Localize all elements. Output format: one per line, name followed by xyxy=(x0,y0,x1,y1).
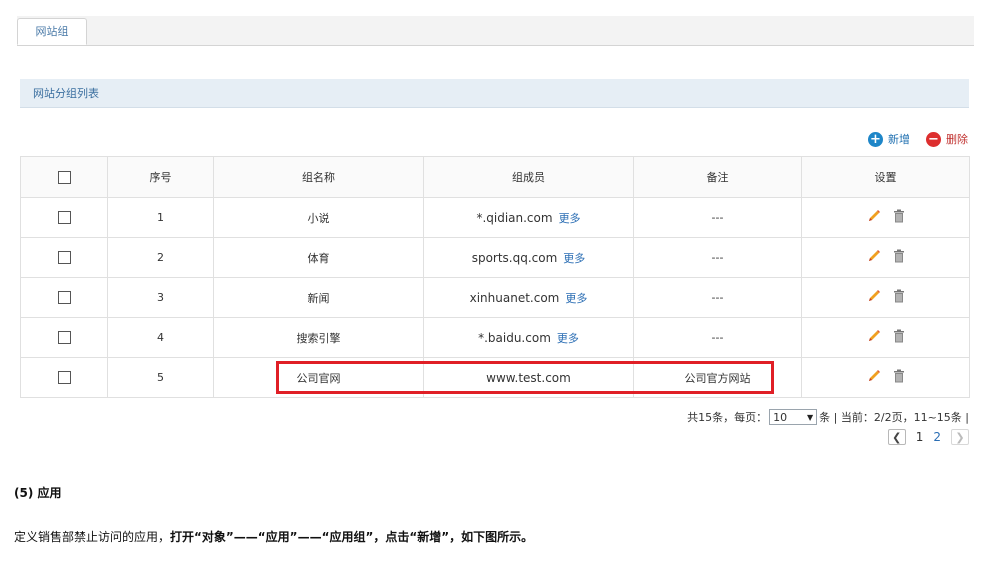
table-row: 3 新闻 xinhuanet.com 更多 --- xyxy=(20,277,970,318)
trash-icon[interactable] xyxy=(893,249,905,263)
row-checkbox[interactable] xyxy=(57,251,71,265)
header-index: 序号 xyxy=(107,156,214,198)
row-index: 5 xyxy=(107,357,214,398)
row-settings xyxy=(801,357,970,398)
page-number-1[interactable]: 1 xyxy=(916,430,924,444)
edit-pencil-icon[interactable] xyxy=(867,369,881,383)
row-note: --- xyxy=(633,237,802,278)
row-index: 2 xyxy=(107,237,214,278)
row-settings xyxy=(801,277,970,318)
row-members-cell: *.qidian.com 更多 xyxy=(423,197,634,238)
plus-circle-icon: + xyxy=(868,131,883,147)
website-group-table: 序号 组名称 组成员 备注 设置 1 小说 *.qidian.com 更多 ---… xyxy=(20,156,970,398)
row-members-cell: *.baidu.com 更多 xyxy=(423,317,634,358)
row-name: 新闻 xyxy=(213,277,424,318)
pagination-total: 共15条，每页： xyxy=(687,411,768,424)
chevron-down-icon: ▼ xyxy=(807,412,814,422)
row-members-cell: xinhuanet.com 更多 xyxy=(423,277,634,318)
page-size-select[interactable]: 10 ▼ xyxy=(769,409,818,425)
edit-pencil-icon[interactable] xyxy=(867,249,881,263)
more-link[interactable]: 更多 xyxy=(559,212,581,225)
minus-circle-icon: − xyxy=(926,131,941,147)
doc-paragraph: 定义销售部禁止访问的应用，打开“对象”——“应用”——“应用组”，点击“新增”，… xyxy=(14,528,533,545)
header-name: 组名称 xyxy=(213,156,424,198)
pagination-info: 共15条，每页： 10 ▼ 条 | 当前：2/2页，11~15条 | xyxy=(687,408,969,426)
pagination-summary: 条 | 当前：2/2页，11~15条 | xyxy=(819,411,969,424)
section-title: 网站分组列表 xyxy=(20,79,969,108)
more-link[interactable]: 更多 xyxy=(557,332,579,345)
delete-button[interactable]: − 删除 xyxy=(926,131,968,147)
row-name: 搜索引擎 xyxy=(213,317,424,358)
more-link[interactable]: 更多 xyxy=(565,292,587,305)
trash-icon[interactable] xyxy=(893,369,905,383)
page-number-2[interactable]: 2 xyxy=(933,430,941,444)
trash-icon[interactable] xyxy=(893,209,905,223)
header-members: 组成员 xyxy=(423,156,634,198)
row-name: 体育 xyxy=(213,237,424,278)
prev-page-button[interactable]: ❮ xyxy=(887,429,906,445)
edit-pencil-icon[interactable] xyxy=(867,329,881,343)
doc-para-bold: 打开“对象”——“应用”——“应用组”，点击“新增”，如下图所示。 xyxy=(170,530,534,544)
row-checkbox[interactable] xyxy=(57,211,71,225)
table-header-row: 序号 组名称 组成员 备注 设置 xyxy=(20,156,970,198)
row-members: www.test.com xyxy=(486,370,571,385)
row-settings xyxy=(801,317,970,358)
toolbar: + 新增 − 删除 xyxy=(868,130,968,148)
trash-icon[interactable] xyxy=(893,329,905,343)
row-checkbox[interactable] xyxy=(57,331,71,345)
row-members-cell: www.test.com xyxy=(423,357,634,398)
table-row: 5 公司官网 www.test.com 公司官方网站 xyxy=(20,357,970,398)
row-checkbox[interactable] xyxy=(57,371,71,385)
edit-pencil-icon[interactable] xyxy=(867,209,881,223)
tab-bar: 网站组 xyxy=(17,16,974,46)
row-settings xyxy=(801,237,970,278)
row-members: *.qidian.com xyxy=(476,210,553,225)
add-button[interactable]: + 新增 xyxy=(868,131,910,147)
row-note: --- xyxy=(633,317,802,358)
row-members: *.baidu.com xyxy=(478,330,551,345)
header-select-all xyxy=(20,156,108,198)
row-members-cell: sports.qq.com 更多 xyxy=(423,237,634,278)
row-name: 公司官网 xyxy=(213,357,424,398)
page-size-value: 10 xyxy=(773,410,788,424)
table-row: 2 体育 sports.qq.com 更多 --- xyxy=(20,237,970,278)
row-note: --- xyxy=(633,277,802,318)
select-all-checkbox[interactable] xyxy=(57,170,71,184)
row-note: --- xyxy=(633,197,802,238)
row-index: 3 xyxy=(107,277,214,318)
row-settings xyxy=(801,197,970,238)
row-checkbox[interactable] xyxy=(57,291,71,305)
header-settings: 设置 xyxy=(801,156,970,198)
doc-para-plain: 定义销售部禁止访问的应用， xyxy=(14,530,171,544)
row-note: 公司官方网站 xyxy=(633,357,802,398)
row-members: xinhuanet.com xyxy=(469,290,560,305)
table-row: 4 搜索引擎 *.baidu.com 更多 --- xyxy=(20,317,970,358)
header-note: 备注 xyxy=(633,156,802,198)
row-index: 1 xyxy=(107,197,214,238)
pagination-nav: ❮ 1 2 ❯ xyxy=(887,428,969,446)
tab-website-group[interactable]: 网站组 xyxy=(17,18,87,45)
trash-icon[interactable] xyxy=(893,289,905,303)
table-row: 1 小说 *.qidian.com 更多 --- xyxy=(20,197,970,238)
row-members: sports.qq.com xyxy=(471,250,558,265)
add-button-label: 新增 xyxy=(888,133,910,146)
next-page-button[interactable]: ❯ xyxy=(951,429,969,445)
more-link[interactable]: 更多 xyxy=(563,252,585,265)
edit-pencil-icon[interactable] xyxy=(867,289,881,303)
row-index: 4 xyxy=(107,317,214,358)
chevron-left-icon: ❮ xyxy=(892,430,902,444)
row-name: 小说 xyxy=(213,197,424,238)
delete-button-label: 删除 xyxy=(946,133,968,146)
doc-heading: (5) 应用 xyxy=(14,486,62,500)
chevron-right-icon: ❯ xyxy=(955,430,965,444)
